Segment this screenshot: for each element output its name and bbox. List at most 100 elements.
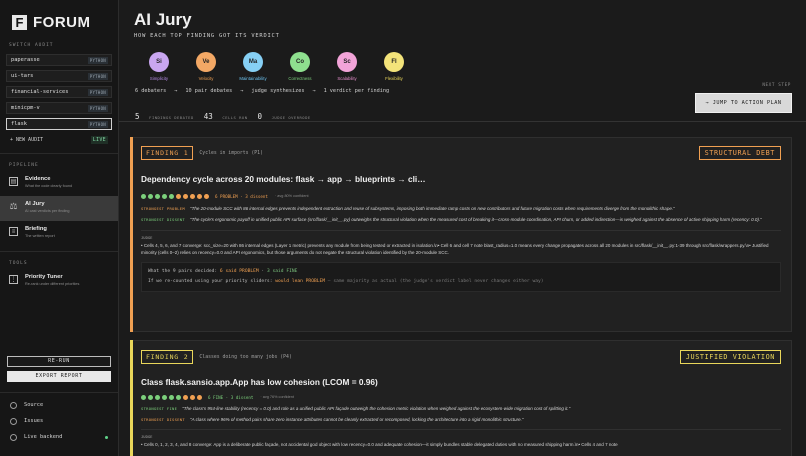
vote-dot xyxy=(197,394,202,400)
finding-header: FINDING 1 Cycles in imports (P1) STRUCTU… xyxy=(131,143,791,163)
live-backend-status[interactable]: Live backend xyxy=(0,429,118,445)
finding-card-1: FINDING 1 Cycles in imports (P1) STRUCTU… xyxy=(130,137,792,332)
finding-card-2: FINDING 2 Classes doing too many jobs (P… xyxy=(130,340,792,456)
pipeline-stat: 1 verdict per finding xyxy=(323,88,390,94)
language-tag: PYTHON xyxy=(87,56,108,64)
agent-maintainability[interactable]: Ma Maintainability xyxy=(231,52,275,81)
divider xyxy=(0,251,118,252)
main-content: AI Jury HOW EACH TOP FINDING GOT ITS VER… xyxy=(119,0,806,456)
next-step-label: NEXT STEP xyxy=(762,83,791,88)
export-report-button[interactable]: EXPORT REPORT xyxy=(7,371,111,382)
vote-dot xyxy=(176,394,181,400)
divider xyxy=(141,230,781,232)
pipeline-stat: judge synthesizes xyxy=(251,88,305,94)
source-link[interactable]: Source xyxy=(0,397,118,413)
nav-subtitle: What the code clearly found xyxy=(25,184,73,188)
audit-name: flask xyxy=(11,121,27,127)
pipeline-label: PIPELINE xyxy=(9,163,39,168)
app-root: F FORUM SWITCH AUDIT paperasse PYTHON ui… xyxy=(0,0,806,456)
pipeline-stat: 6 debaters xyxy=(135,88,167,94)
tools-label: TOOLS xyxy=(9,261,28,266)
audit-item-minicpm-v[interactable]: minicpm-v PYTHON xyxy=(6,102,112,114)
page-title: AI Jury xyxy=(134,10,192,29)
backend-icon xyxy=(10,433,17,441)
audit-item-flask[interactable]: flask PYTHON xyxy=(6,118,112,130)
judge-label: JUDGE xyxy=(141,434,153,440)
vote-summary: 6 FINE · 3 dissent xyxy=(208,394,254,400)
sidebar: F FORUM SWITCH AUDIT paperasse PYTHON ui… xyxy=(0,0,119,456)
pipeline-stats: 6 debaters → 10 pair debates → judge synthes… xyxy=(135,88,389,94)
jury-agents: Si Simplicity Ve Velocity Ma Maintainability C… xyxy=(137,52,416,81)
issues-link[interactable]: Issues xyxy=(0,413,118,429)
vote-dot xyxy=(162,193,167,199)
new-audit-button[interactable]: + NEW AUDIT LIVE xyxy=(6,134,112,145)
rerun-button[interactable]: RE-RUN xyxy=(7,356,111,367)
finding-title: Class flask.sansio.app.App has low cohes… xyxy=(141,377,378,387)
logo-mark: F xyxy=(12,14,27,30)
verdict-badge: STRUCTURAL DEBT xyxy=(698,146,781,160)
nav-title: Evidence xyxy=(25,176,51,182)
source-label: Source xyxy=(24,402,44,408)
finding-badge: FINDING 1 xyxy=(141,146,194,160)
sidebar-footer: Source Issues Live backend xyxy=(0,397,118,445)
vote-dot xyxy=(183,394,188,400)
audit-item-financial-services[interactable]: financial-services PYTHON xyxy=(6,86,112,98)
vote-row: 6 PROBLEM · 3 dissent · avg 80% confiden… xyxy=(131,191,791,201)
strongest-dissent: STRONGEST DISSENT "A class where 96% of … xyxy=(131,417,791,423)
agent-avatar: Sc xyxy=(337,52,357,72)
jump-to-action-plan-button[interactable]: → JUMP TO ACTION PLAN xyxy=(695,93,792,113)
audit-name: paperasse xyxy=(11,57,40,63)
divider xyxy=(0,153,118,154)
nav-item-priority-tuner[interactable]: ⋮ Priority Tuner Re-rank under different… xyxy=(0,269,118,294)
agent-correctness[interactable]: Co Correctness xyxy=(278,52,322,81)
agent-name: Correctness xyxy=(288,76,312,81)
audit-item-ui-tars[interactable]: ui-tars PYTHON xyxy=(6,70,112,82)
divider xyxy=(141,429,781,431)
vote-dot xyxy=(176,193,181,199)
evidence-icon: ▤ xyxy=(9,177,18,186)
arg-key: STRONGEST DISSENT xyxy=(141,417,185,423)
judge-text: • Cells 0, 1, 2, 3, 4, and 8 converge: A… xyxy=(141,442,618,448)
logo[interactable]: F FORUM xyxy=(0,0,118,32)
language-tag: PYTHON xyxy=(87,72,108,80)
pipeline-stat: 10 pair debates xyxy=(185,88,233,94)
arrow-icon: → xyxy=(174,88,178,94)
audit-name: financial-services xyxy=(11,89,69,95)
accent-bar xyxy=(130,137,133,332)
language-tag: PYTHON xyxy=(87,88,108,96)
vote-dot xyxy=(148,193,153,199)
agent-avatar: Si xyxy=(149,52,169,72)
divider xyxy=(0,392,118,393)
vote-dot xyxy=(155,193,160,199)
vote-dot xyxy=(204,193,209,199)
arg-key: STRONGEST DISSENT xyxy=(141,217,185,223)
nav-item-evidence[interactable]: ▤ Evidence What the code clearly found xyxy=(0,171,118,196)
vote-summary: 6 PROBLEM · 3 dissent xyxy=(215,193,268,199)
vote-dots xyxy=(141,193,209,199)
nav-item-ai-jury[interactable]: ⚖ AI Jury AI cast verdicts per finding xyxy=(0,196,118,221)
nav-title: Briefing xyxy=(25,226,47,232)
audit-item-paperasse[interactable]: paperasse PYTHON xyxy=(6,54,112,66)
agent-simplicity[interactable]: Si Simplicity xyxy=(137,52,181,81)
finding-category: Cycles in imports (P1) xyxy=(199,150,263,156)
agent-flexibility[interactable]: Fl Flexibility xyxy=(372,52,416,81)
vote-dot xyxy=(162,394,167,400)
agent-name: Velocity xyxy=(198,76,214,81)
audit-name: minicpm-v xyxy=(11,105,40,111)
new-audit-label: + NEW AUDIT xyxy=(10,136,44,143)
agent-scalability[interactable]: Sc Scalability xyxy=(325,52,369,81)
vote-dot xyxy=(197,193,202,199)
live-tag: LIVE xyxy=(90,135,108,144)
nav-subtitle: AI cast verdicts per finding xyxy=(25,209,70,213)
accent-bar xyxy=(130,340,133,456)
pairs-summary: What the 9 pairs decided: 6 said PROBLEM… xyxy=(141,261,781,292)
vote-dot xyxy=(155,394,160,400)
arg-text: "The cycle's ergonomic payoff in unified… xyxy=(189,217,762,223)
nav-item-briefing[interactable]: ≡ Briefing The written report xyxy=(0,221,118,246)
strongest-dissent: STRONGEST DISSENT "The cycle's ergonomic… xyxy=(131,217,791,223)
language-tag: PYTHON xyxy=(87,120,108,128)
agent-velocity[interactable]: Ve Velocity xyxy=(184,52,228,81)
page-subtitle: HOW EACH TOP FINDING GOT ITS VERDICT xyxy=(134,33,280,39)
vote-dots xyxy=(141,394,202,400)
verdict-badge: JUSTIFIED VIOLATION xyxy=(679,350,781,364)
